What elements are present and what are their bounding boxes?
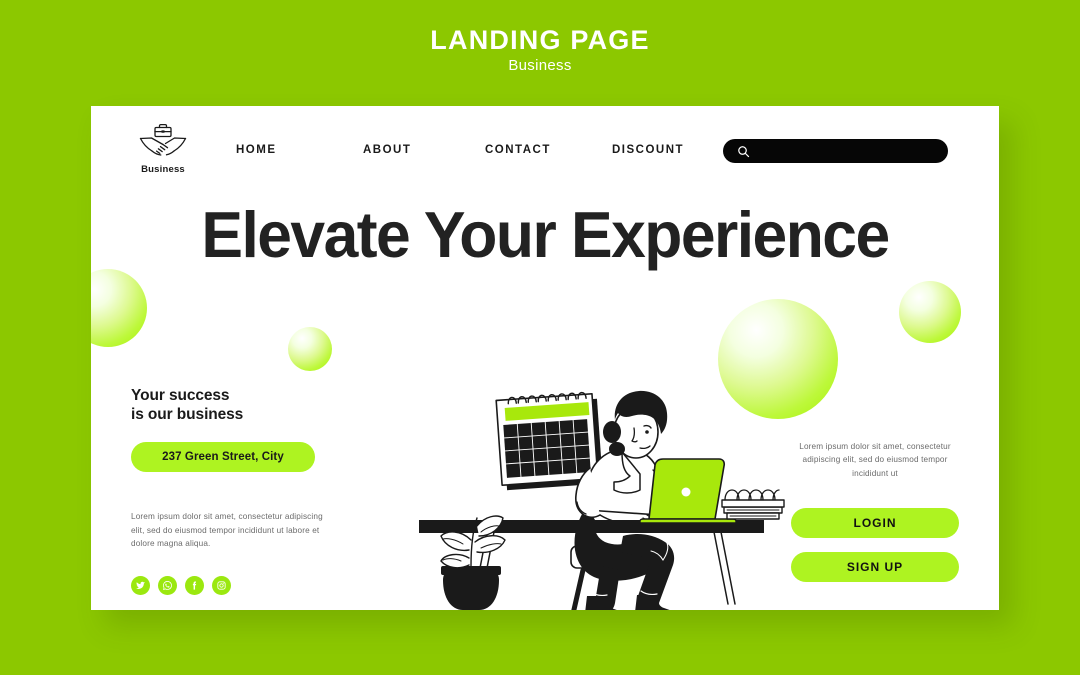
- handshake-briefcase-icon: [139, 123, 187, 156]
- social-links: [131, 576, 331, 596]
- nav-link-home[interactable]: HOME: [236, 144, 363, 156]
- page-title: LANDING PAGE: [430, 25, 650, 55]
- social-link-facebook[interactable]: [185, 576, 204, 596]
- nav-link-about[interactable]: ABOUT: [363, 144, 485, 156]
- whatsapp-icon: [163, 581, 172, 591]
- tagline-line-2: is our business: [131, 406, 244, 424]
- login-button[interactable]: LOGIN: [791, 507, 959, 538]
- nav-link-discount[interactable]: DISCOUNT: [612, 144, 684, 156]
- search-bar[interactable]: [723, 139, 948, 163]
- right-content-column: Lorem ipsum dolor sit amet, consectetur …: [791, 440, 959, 582]
- facebook-icon: [192, 581, 197, 590]
- hero-illustration: [391, 274, 791, 610]
- search-input[interactable]: [750, 139, 948, 163]
- left-paragraph: Lorem ipsum dolor sit amet, consectetur …: [131, 512, 323, 548]
- nav-links: HOME ABOUT CONTACT DISCOUNT: [236, 144, 684, 156]
- logo-label: Business: [141, 164, 185, 175]
- decorative-sphere: [899, 281, 961, 343]
- instagram-icon: [217, 581, 226, 590]
- nav-link-contact[interactable]: CONTACT: [485, 144, 612, 156]
- search-icon: [738, 145, 750, 157]
- landing-page-card: Business HOME ABOUT CONTACT DISCOUNT Ele…: [91, 106, 999, 610]
- signup-button[interactable]: SIGN UP: [791, 551, 959, 582]
- address-button[interactable]: 237 Green Street, City: [131, 442, 315, 473]
- decorative-sphere: [288, 327, 332, 371]
- right-paragraph: Lorem ipsum dolor sit amet, consectetur …: [799, 442, 951, 478]
- book-stack: [721, 489, 785, 520]
- tagline-line-1: Your success: [131, 387, 230, 404]
- tagline: Your success is our business: [131, 386, 331, 424]
- page-headline: Elevate Your Experience: [201, 198, 890, 271]
- page-header: LANDING PAGE Business: [0, 0, 1080, 100]
- woman-at-desk-illustration: [419, 390, 785, 610]
- social-link-twitter[interactable]: [131, 576, 150, 596]
- social-link-whatsapp[interactable]: [158, 576, 177, 596]
- navigation-bar: Business HOME ABOUT CONTACT DISCOUNT: [91, 106, 999, 194]
- green-laptop: [639, 458, 737, 524]
- twitter-icon: [135, 582, 146, 590]
- decorative-sphere: [91, 269, 147, 347]
- social-link-instagram[interactable]: [212, 576, 231, 596]
- page-subtitle: Business: [508, 57, 572, 74]
- left-content-column: Your success is our business 237 Green S…: [131, 386, 331, 596]
- logo[interactable]: Business: [132, 122, 194, 175]
